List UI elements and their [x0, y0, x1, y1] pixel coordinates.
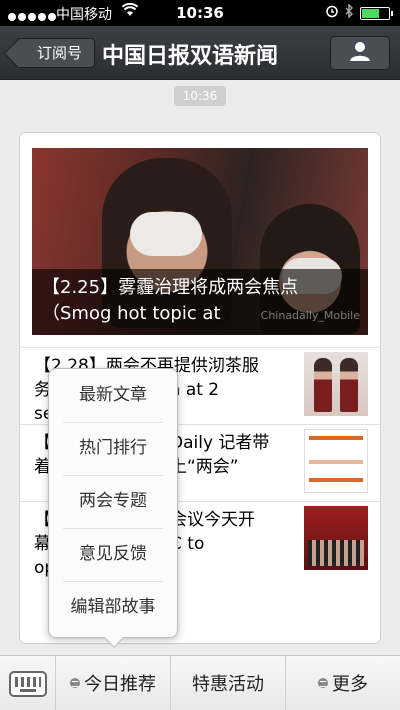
list-item-thumbnail	[304, 506, 368, 570]
message-timestamp: 10:36	[174, 86, 226, 106]
wifi-icon	[121, 2, 139, 21]
bottom-menu-bar: 今日推荐 特惠活动 更多	[0, 655, 400, 710]
thumbnail-stripe	[309, 460, 363, 464]
back-button[interactable]: 订阅号	[16, 38, 96, 68]
submenu-icon	[318, 678, 328, 688]
navigation-bar: 订阅号 中国日报双语新闻	[0, 26, 400, 80]
profile-button[interactable]	[330, 36, 390, 70]
list-item-thumbnail	[304, 429, 368, 493]
menu-item-two-sessions-special[interactable]: 两会专题	[49, 475, 177, 528]
tab-more[interactable]: 更多	[286, 656, 400, 710]
tab-label: 特惠活动	[192, 674, 264, 695]
carrier-name: 中国移动	[56, 7, 112, 23]
battery-level-fill	[362, 8, 380, 18]
thumbnail-figure	[314, 358, 332, 412]
tab-special-offers[interactable]: 特惠活动	[171, 656, 286, 710]
menu-item-popular-ranking[interactable]: 热门排行	[49, 422, 177, 475]
page-title: 中国日报双语新闻	[102, 44, 279, 69]
list-item-thumbnail	[304, 352, 368, 416]
status-bar: 中国移动 10:36	[0, 0, 400, 26]
menu-item-feedback[interactable]: 意见反馈	[49, 528, 177, 581]
hero-watermark: Chinadaily_Mobile	[260, 309, 360, 322]
menu-item-latest-articles[interactable]: 最新文章	[49, 369, 177, 422]
back-button-label: 订阅号	[37, 44, 83, 62]
tab-label: 今日推荐	[84, 674, 156, 695]
popup-menu: 最新文章 热门排行 两会专题 意见反馈 编辑部故事	[48, 368, 178, 648]
alarm-icon	[325, 4, 339, 22]
keyboard-toggle-button[interactable]	[0, 656, 56, 710]
hero-caption-line: 【2.25】雾霾治理将成两会焦点	[42, 277, 299, 298]
menu-item-editorial-stories[interactable]: 编辑部故事	[49, 581, 177, 634]
person-icon	[349, 40, 371, 66]
tab-today-recommend[interactable]: 今日推荐	[56, 656, 171, 710]
thumbnail-crowd	[308, 540, 364, 566]
submenu-icon	[70, 678, 80, 688]
thumbnail-stripe	[309, 436, 363, 440]
bluetooth-icon	[345, 3, 354, 22]
hero-caption: 【2.25】雾霾治理将成两会焦点 （Smog hot topic at Chin…	[32, 269, 368, 335]
tab-label: 更多	[332, 674, 368, 695]
hero-article[interactable]: 【2.25】雾霾治理将成两会焦点 （Smog hot topic at Chin…	[32, 148, 368, 335]
thumbnail-figure	[340, 358, 358, 412]
hero-photo-mask	[130, 212, 202, 256]
thumbnail-stripe	[309, 478, 363, 482]
signal-strength-icon	[8, 9, 58, 25]
battery-icon	[360, 6, 393, 20]
keyboard-icon	[8, 670, 47, 697]
